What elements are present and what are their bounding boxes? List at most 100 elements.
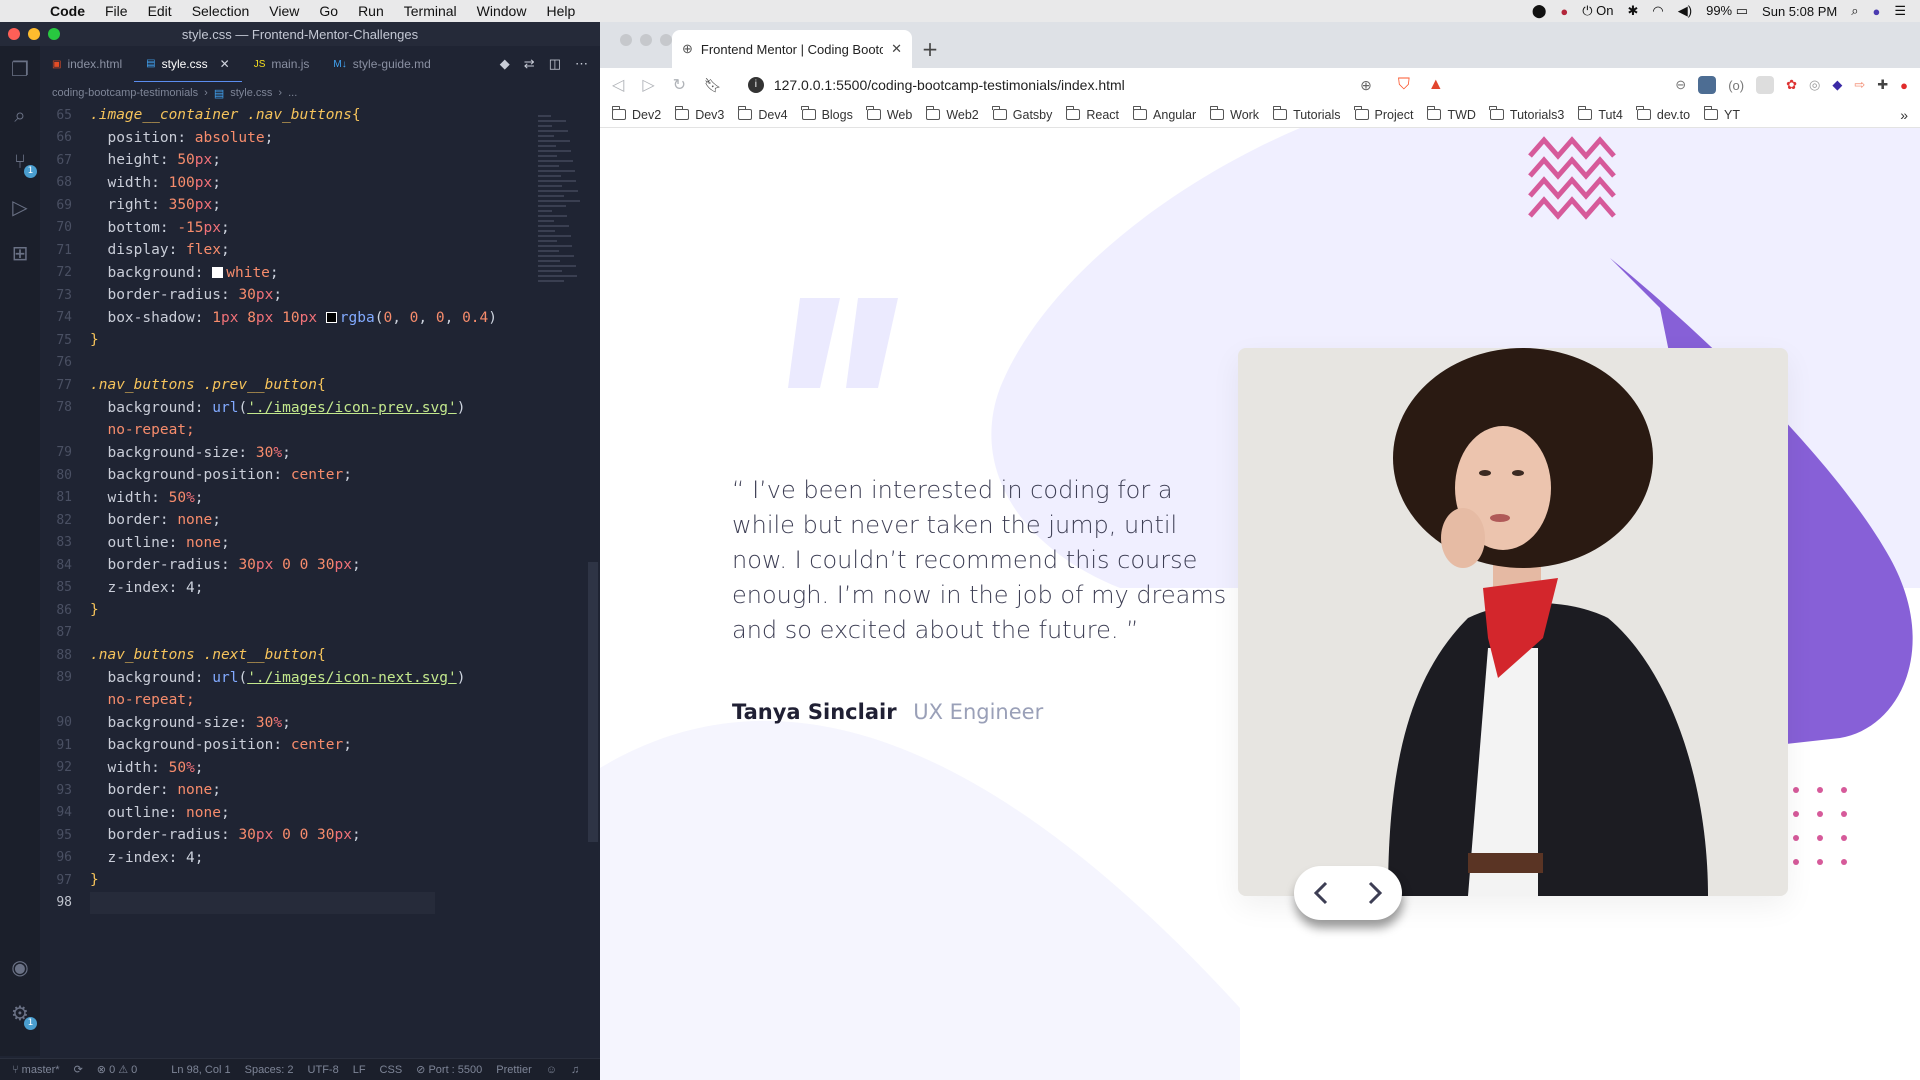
split-editor-icon[interactable]: ◫ (549, 56, 561, 72)
extension-icon[interactable] (1698, 76, 1717, 94)
code-line[interactable]: no-repeat; (40, 419, 600, 442)
site-info-icon[interactable]: i (747, 77, 764, 93)
code-line[interactable]: 84 border-radius: 30px 0 0 30px; (40, 554, 600, 577)
bookmarks-overflow-button[interactable]: » (1900, 107, 1908, 123)
breadcrumb-folder[interactable]: coding-bootcamp-testimonials (52, 87, 198, 99)
cursor-position[interactable]: Ln 98, Col 1 (171, 1064, 230, 1076)
code-line[interactable]: 94 outline: none; (40, 802, 600, 825)
code-line[interactable]: 89 background: url('./images/icon-next.s… (40, 667, 600, 690)
code-line[interactable]: 75} (40, 329, 600, 352)
menu-selection[interactable]: Selection (182, 3, 260, 19)
tab-index-html[interactable]: ▣ index.html (40, 46, 134, 82)
code-line[interactable]: 81 width: 50%; (40, 487, 600, 510)
editor-scrollbar[interactable] (588, 562, 598, 842)
bookmark-folder-tutorials[interactable]: Tutorials (1272, 106, 1341, 122)
code-line[interactable]: 96 z-index: 4; (40, 847, 600, 870)
spotlight-search-icon[interactable]: ⌕ (1851, 3, 1858, 19)
extension-icon[interactable]: ⊖ (1675, 77, 1686, 93)
menu-go[interactable]: Go (309, 3, 348, 19)
extensions-icon[interactable]: ⊞ (7, 240, 33, 266)
reload-icon[interactable]: ↻ (673, 75, 686, 95)
app-status-icon[interactable]: ⬤ (1532, 3, 1547, 19)
live-server-port[interactable]: ⊘ Port : 5500 (416, 1063, 482, 1076)
code-line[interactable]: 92 width: 50%; (40, 757, 600, 780)
code-line[interactable]: 76 (40, 352, 600, 375)
indentation[interactable]: Spaces: 2 (245, 1064, 294, 1076)
bookmark-folder-work[interactable]: Work (1209, 106, 1259, 122)
minimap[interactable] (538, 112, 580, 322)
battery-status[interactable]: 99% ▭ (1706, 3, 1748, 19)
code-line[interactable]: 79 background-size: 30%; (40, 442, 600, 465)
screen-record-icon[interactable]: ● (1560, 4, 1568, 19)
wifi-icon[interactable]: ◠ (1652, 3, 1663, 19)
menu-view[interactable]: View (259, 3, 309, 19)
encoding[interactable]: UTF-8 (308, 1064, 339, 1076)
prettier-status[interactable]: Prettier (496, 1064, 531, 1076)
menu-run[interactable]: Run (348, 3, 394, 19)
bookmark-folder-dev2[interactable]: Dev2 (611, 106, 661, 122)
tab-main-js[interactable]: JS main.js (242, 46, 322, 82)
code-line[interactable]: 90 background-size: 30%; (40, 712, 600, 735)
code-line[interactable]: 91 background-position: center; (40, 734, 600, 757)
extension-icon[interactable] (1756, 76, 1775, 94)
code-editor[interactable]: 65 .image__container .nav_buttons{66 posi… (40, 104, 600, 1080)
volume-icon[interactable]: ◀) (1678, 3, 1692, 19)
code-line[interactable]: 73 border-radius: 30px; (40, 284, 600, 307)
code-line[interactable]: 67 height: 50px; (40, 149, 600, 172)
bookmark-folder-dev3[interactable]: Dev3 (674, 106, 724, 122)
next-button[interactable] (1348, 866, 1402, 920)
run-debug-icon[interactable]: ▷ (7, 194, 33, 220)
breadcrumb-file[interactable]: style.css (230, 87, 272, 99)
code-line[interactable]: 88 .nav_buttons .next__button{ (40, 644, 600, 667)
prev-button[interactable] (1294, 866, 1348, 920)
code-line[interactable]: 83 outline: none; (40, 532, 600, 555)
menu-help[interactable]: Help (536, 3, 585, 19)
bookmark-folder-twd[interactable]: TWD (1426, 106, 1476, 122)
code-line[interactable]: 87 (40, 622, 600, 645)
open-changes-icon[interactable]: ⇄ (524, 56, 535, 72)
browser-tab-active[interactable]: ⊕ Frontend Mentor | Coding Bootc ✕ (672, 30, 912, 68)
code-line[interactable]: 74 box-shadow: 1px 8px 10px rgba(0, 0, 0… (40, 307, 600, 330)
zoom-window-button[interactable] (660, 34, 672, 46)
language-mode[interactable]: CSS (380, 1064, 403, 1076)
brave-rewards-icon[interactable]: ▲ (1428, 76, 1444, 94)
source-control-icon[interactable]: ⑂ 1 (7, 148, 37, 178)
settings-gear-icon[interactable]: ⚙ 1 (7, 1000, 37, 1030)
code-line[interactable]: 97} (40, 869, 600, 892)
menu-app-name[interactable]: Code (40, 3, 95, 19)
extension-icon[interactable]: ◎ (1809, 77, 1820, 93)
code-line[interactable]: 78 background: url('./images/icon-prev.s… (40, 397, 600, 420)
code-line[interactable]: 95 border-radius: 30px 0 0 30px; (40, 824, 600, 847)
color-picker-icon[interactable]: ✿ (1786, 77, 1797, 93)
back-icon[interactable]: ◁ (612, 75, 624, 95)
bookmark-folder-web[interactable]: Web (866, 106, 912, 122)
breadcrumb-symbol[interactable]: ... (288, 87, 297, 99)
close-tab-icon[interactable]: ✕ (220, 57, 230, 71)
tab-style-guide-md[interactable]: M↓ style-guide.md (321, 46, 442, 82)
bookmark-folder-dev4[interactable]: Dev4 (737, 106, 788, 122)
bookmark-folder-react[interactable]: React (1065, 106, 1119, 122)
new-tab-button[interactable]: + (912, 30, 948, 68)
bookmark-folder-dev-to[interactable]: dev.to (1636, 106, 1690, 122)
close-window-button[interactable] (620, 34, 632, 46)
end-of-line[interactable]: LF (353, 1064, 366, 1076)
menu-window[interactable]: Window (467, 3, 537, 19)
bookmark-folder-tutorials3[interactable]: Tutorials3 (1489, 106, 1564, 122)
explorer-icon[interactable]: ❐ (7, 56, 33, 82)
notifications-bell-icon[interactable]: ♫ (571, 1064, 579, 1076)
menu-file[interactable]: File (95, 3, 138, 19)
url-text[interactable]: 127.0.0.1:5500/coding-bootcamp-testimoni… (774, 77, 1125, 93)
bookmark-folder-angular[interactable]: Angular (1132, 106, 1196, 122)
bookmark-folder-web2[interactable]: Web2 (925, 106, 979, 122)
zoom-icon[interactable]: ⊕ (1360, 77, 1372, 94)
code-line[interactable]: 77 .nav_buttons .prev__button{ (40, 374, 600, 397)
more-actions-icon[interactable]: ⋯ (575, 56, 588, 72)
code-line[interactable]: 72 background: white; (40, 262, 600, 285)
extension-icon[interactable]: ● (1900, 78, 1908, 93)
bookmark-folder-blogs[interactable]: Blogs (801, 106, 853, 122)
user-avatar-icon[interactable]: ● (1872, 4, 1880, 19)
menu-clock[interactable]: Sun 5:08 PM (1762, 4, 1837, 19)
bookmark-icon[interactable]: 🔖︎ (704, 77, 722, 94)
forward-icon[interactable]: ▷ (642, 75, 654, 95)
code-line[interactable]: 93 border: none; (40, 779, 600, 802)
